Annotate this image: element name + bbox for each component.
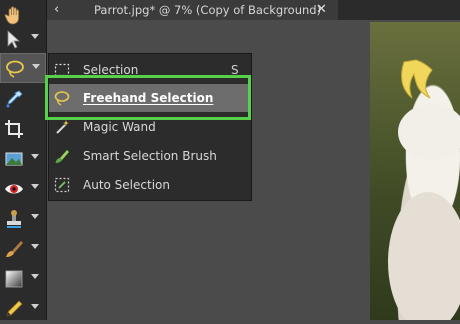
chevron-down-icon[interactable] [31, 154, 39, 159]
eye-icon [5, 184, 23, 194]
highlight-callout [45, 75, 251, 120]
menu-item-label: Smart Selection Brush [83, 149, 217, 163]
close-icon[interactable]: ✕ [316, 0, 327, 20]
brush-icon [6, 241, 23, 257]
tools-toolbar [0, 0, 47, 320]
gradient-icon [5, 270, 23, 288]
document-tab-bar: ‹ Parrot.jpg* @ 7% (Copy of Background) … [46, 0, 460, 20]
pencil-icon [6, 300, 23, 317]
crop-icon [5, 120, 23, 138]
menu-item-label: Auto Selection [83, 178, 170, 192]
hand-icon [4, 6, 19, 25]
document-tab[interactable]: ‹ Parrot.jpg* @ 7% (Copy of Background) … [46, 0, 338, 20]
document-tab-title: Parrot.jpg* @ 7% (Copy of Background) [94, 3, 322, 17]
picture-icon [5, 152, 23, 166]
clone-stamp-icon [7, 210, 21, 228]
smart-brush-icon [55, 150, 69, 163]
tool-gradient[interactable] [0, 264, 46, 294]
tool-selection[interactable] [0, 53, 46, 83]
chevron-down-icon[interactable] [31, 184, 39, 189]
arrow-pointer-icon [7, 30, 21, 49]
auto-selection-icon [54, 177, 70, 193]
cockatoo-crest-image [388, 59, 460, 324]
menu-item-auto-selection[interactable]: Auto Selection [49, 171, 251, 199]
chevron-down-icon[interactable] [31, 304, 39, 309]
magic-wand-icon [56, 120, 69, 134]
tool-pick[interactable] [0, 24, 46, 54]
parrot-photo [370, 22, 460, 324]
chevron-left-icon[interactable]: ‹ [54, 0, 59, 20]
chevron-down-icon[interactable] [31, 244, 39, 249]
eyedropper-icon [6, 90, 23, 108]
chevron-down-icon[interactable] [31, 274, 39, 279]
tool-crop[interactable] [0, 114, 46, 144]
tool-clone[interactable] [0, 204, 46, 234]
chevron-down-icon[interactable] [31, 214, 39, 219]
menu-item-smart-selection-brush[interactable]: Smart Selection Brush [49, 142, 251, 170]
tool-paint-brush[interactable] [0, 234, 46, 264]
tool-red-eye[interactable] [0, 174, 46, 204]
tool-eyedropper[interactable] [0, 84, 46, 114]
chevron-down-icon[interactable] [32, 64, 40, 69]
tool-straighten[interactable] [0, 144, 46, 174]
chevron-down-icon[interactable] [31, 34, 39, 39]
lasso-icon [6, 60, 24, 78]
